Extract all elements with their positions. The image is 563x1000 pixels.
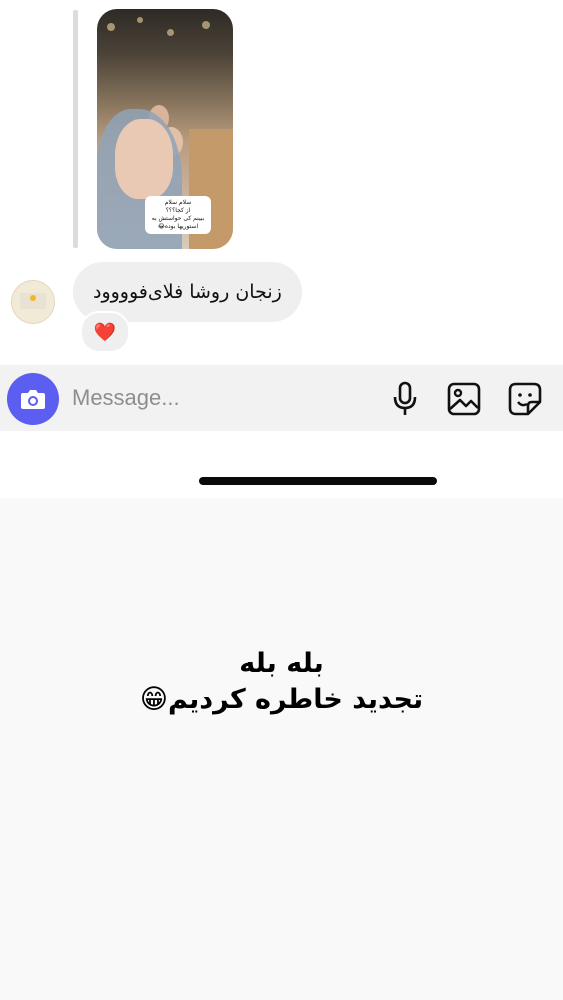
reaction-badge[interactable]: ❤️ <box>80 311 130 353</box>
message-composer <box>0 365 563 431</box>
message-text: زنجان روشا فلای‌فوووود <box>93 281 282 303</box>
overlay-caption: بله بله تجدید خاطره کردیم😁 <box>0 646 563 718</box>
story-caption-line: ببینم کی حواستش به <box>151 215 205 222</box>
sticker-icon <box>508 382 542 416</box>
story-caption-line: سلام سلام <box>164 199 192 206</box>
message-input[interactable] <box>72 381 352 415</box>
home-indicator[interactable] <box>199 477 437 485</box>
camera-icon <box>21 390 45 409</box>
story-caption-line: استوریها بوده😂 <box>157 223 199 230</box>
story-caption-sticker: سلام سلام از کجا؟؟؟ ببینم کی حواستش به ا… <box>145 196 211 234</box>
chat-thread: سلام سلام از کجا؟؟؟ ببینم کی حواستش به ا… <box>0 0 563 498</box>
voice-message-button[interactable] <box>385 379 425 419</box>
story-caption-line: از کجا؟؟؟ <box>165 207 191 214</box>
story-person <box>115 119 173 199</box>
overlay-line-2: تجدید خاطره کردیم😁 <box>139 684 424 715</box>
overlay-line-1: بله بله <box>239 648 324 679</box>
sticker-button[interactable] <box>505 379 545 419</box>
ceiling-light <box>167 29 174 36</box>
avatar-image-detail <box>30 295 36 301</box>
ceiling-light <box>202 21 210 29</box>
gallery-button[interactable] <box>444 379 484 419</box>
ceiling-light <box>107 23 115 31</box>
camera-button[interactable] <box>7 373 59 425</box>
story-overlay-area <box>0 498 563 1000</box>
reply-indicator-line <box>73 10 78 248</box>
sender-avatar[interactable] <box>11 280 55 324</box>
ceiling-light <box>137 17 143 23</box>
shared-story-preview[interactable]: سلام سلام از کجا؟؟؟ ببینم کی حواستش به ا… <box>97 9 233 249</box>
heart-reaction-icon: ❤️ <box>93 321 117 343</box>
microphone-icon <box>393 381 417 415</box>
gallery-icon <box>447 382 481 416</box>
